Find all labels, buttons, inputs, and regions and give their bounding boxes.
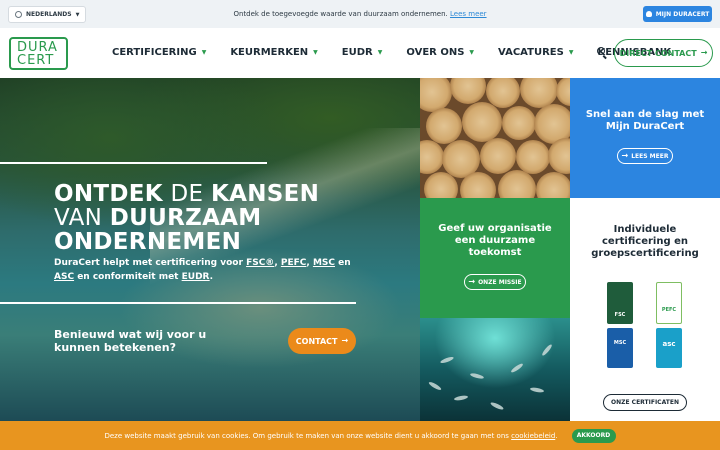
nav-label: VACATURES <box>498 47 564 58</box>
lees-meer-label: LEES MEER <box>631 152 669 160</box>
nav-item-vacatures[interactable]: VACATURES ▼ <box>498 47 573 58</box>
hero-title-word: ONTDEK <box>54 181 163 207</box>
tile-title: Geef uw organisatie een duurzame toekoms… <box>438 223 552 258</box>
direct-contact-label: DIRECT CONTACT <box>619 48 697 58</box>
fsc-link[interactable]: FSC® <box>246 258 274 268</box>
user-icon <box>645 11 652 17</box>
direct-contact-button[interactable]: DIRECT CONTACT → <box>614 39 713 67</box>
top-bar: NEDERLANDS ▼ Ontdek de toegevoegde waard… <box>0 0 720 28</box>
fish-school-image <box>420 318 570 421</box>
hero-subtitle-text: DuraCert helpt met certificering voor <box>54 258 243 268</box>
nav-item-eudr[interactable]: EUDR ▼ <box>342 47 383 58</box>
nav-item-certificering[interactable]: CERTIFICERING ▼ <box>112 47 206 58</box>
logo-line-2: CERT <box>17 53 55 68</box>
hero-question: Benieuwd wat wij voor u kunnen betekenen… <box>54 328 207 354</box>
tile-title: Snel aan de slag met Mijn DuraCert <box>585 109 705 132</box>
pefc-logo-label: PEFC <box>661 307 677 313</box>
hero-banner: ONTDEK DE KANSEN VAN DUURZAAM ONDERNEMEN… <box>0 78 420 421</box>
onze-missie-label: ONZE MISSIE <box>478 278 522 286</box>
nav-item-keurmerken[interactable]: KEURMERKEN ▼ <box>230 47 317 58</box>
arrow-right-icon: → <box>468 277 476 286</box>
mijn-duracert-label: MIJN DURACERT <box>655 10 710 18</box>
pefc-logo-icon: PEFC <box>656 282 682 324</box>
search-icon[interactable] <box>597 47 608 59</box>
cookie-message: Deze website maakt gebruik van cookies. … <box>104 431 509 440</box>
msc-logo-icon: MSC <box>607 328 633 368</box>
arrow-right-icon: → <box>621 151 629 160</box>
mijn-duracert-button[interactable]: MIJN DURACERT <box>643 6 712 22</box>
hero-divider-top <box>0 162 267 164</box>
cookie-banner: Deze website maakt gebruik van cookies. … <box>0 421 720 450</box>
nav-label: OVER ONS <box>406 47 465 58</box>
tile-title: Individuele certificering en groepscerti… <box>591 224 699 259</box>
hero-title-word: DE <box>170 181 204 207</box>
announcement-link[interactable]: Lees meer <box>450 10 487 18</box>
onze-certificaten-button[interactable]: ONZE CERTIFICATEN <box>603 394 687 411</box>
fsc-logo-label: FSC <box>614 312 626 318</box>
hero-title: ONTDEK DE KANSEN VAN DUURZAAM ONDERNEMEN <box>54 182 394 254</box>
msc-link[interactable]: MSC <box>313 258 335 268</box>
hero-subtitle: DuraCert helpt met certificering voor FS… <box>54 258 351 282</box>
chevron-down-icon: ▼ <box>377 49 383 56</box>
hero-divider-bottom <box>0 302 356 304</box>
nav-label: KEURMERKEN <box>230 47 309 58</box>
nav-label: CERTIFICERING <box>112 47 197 58</box>
lees-meer-button[interactable]: → LEES MEER <box>617 148 673 164</box>
arrow-right-icon: → <box>341 336 349 345</box>
nav-label: EUDR <box>341 47 373 58</box>
pefc-link[interactable]: PEFC <box>281 258 307 268</box>
main-header: DURA CERT CERTIFICERING ▼ KEURMERKEN ▼ E… <box>0 28 720 78</box>
hero-title-word: ONDERNEMEN <box>54 229 242 255</box>
asc-logo-icon: asc <box>656 328 682 368</box>
mijn-duracert-tile: Snel aan de slag met Mijn DuraCert → LEE… <box>570 78 720 198</box>
hero-subtitle-text: en conformiteit met <box>77 272 179 282</box>
chevron-down-icon: ▼ <box>568 49 574 56</box>
cookie-accept-button[interactable]: AKKOORD <box>571 428 616 443</box>
asc-logo-label: asc <box>662 340 676 348</box>
mission-tile: Geef uw organisatie een duurzame toekoms… <box>420 198 570 318</box>
asc-link[interactable]: ASC <box>54 272 74 282</box>
certification-tile: Individuele certificering en groepscerti… <box>570 198 720 421</box>
onze-missie-button[interactable]: → ONZE MISSIE <box>464 274 526 290</box>
hero-contact-label: CONTACT <box>295 336 338 346</box>
hero-contact-button[interactable]: CONTACT → <box>288 328 356 354</box>
announcement: Ontdek de toegevoegde waarde van duurzaa… <box>0 10 720 18</box>
nav-item-over-ons[interactable]: OVER ONS ▼ <box>406 47 474 58</box>
cookie-text: Deze website maakt gebruik van cookies. … <box>104 431 558 440</box>
duracert-logo[interactable]: DURA CERT <box>9 37 68 70</box>
chevron-down-icon: ▼ <box>201 49 207 56</box>
hero-title-word: KANSEN <box>211 181 320 207</box>
hero-subtitle-text: en <box>338 258 351 268</box>
arrow-right-icon: → <box>700 48 708 57</box>
fsc-logo-icon: FSC <box>607 282 633 324</box>
hero-title-word: VAN <box>54 205 103 231</box>
timber-logs-image <box>420 78 570 198</box>
cookie-policy-link[interactable]: cookiebeleid <box>511 432 555 440</box>
eudr-link[interactable]: EUDR <box>182 272 210 282</box>
hero-title-word: DUURZAAM <box>109 205 262 231</box>
chevron-down-icon: ▼ <box>313 49 318 56</box>
msc-logo-label: MSC <box>613 340 627 346</box>
chevron-down-icon: ▼ <box>469 49 475 56</box>
announcement-text: Ontdek de toegevoegde waarde van duurzaa… <box>233 10 448 18</box>
